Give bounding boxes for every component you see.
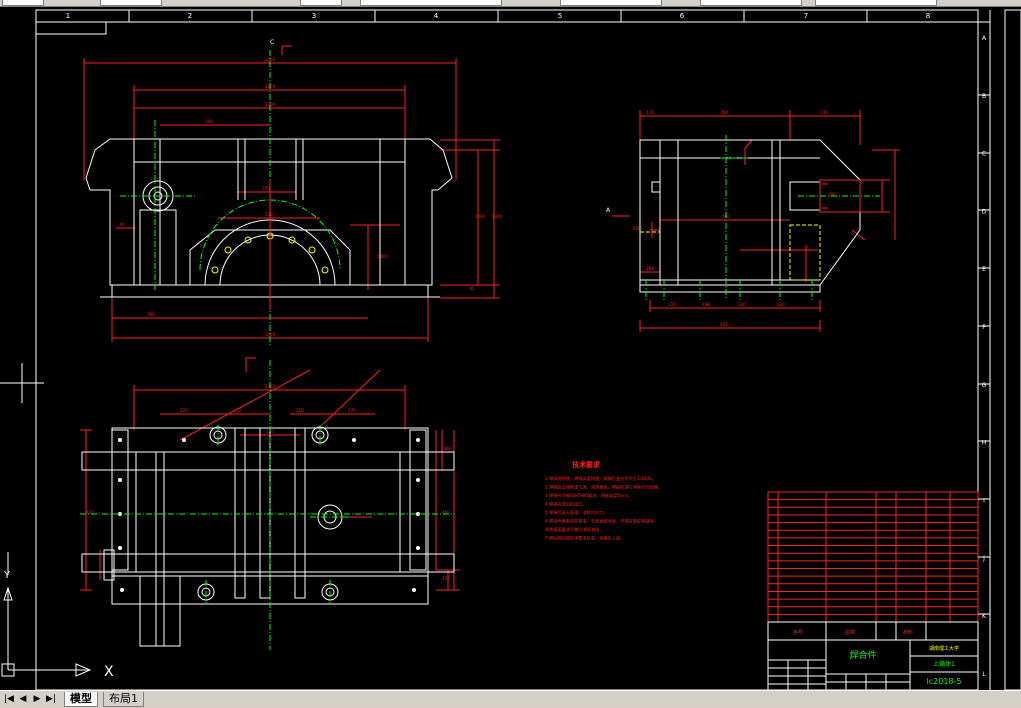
- side-view: 121 404 3354855541281221 188 220 220951400: [606, 110, 900, 332]
- tech-req-lines: 1.焊接前除锈，焊缝高度按图，焊接后变形不大于1/1000。 2.焊接后去除焊渣飞…: [545, 475, 662, 542]
- column-label-material: 材料: [903, 629, 913, 636]
- crosshair-cursor: [0, 363, 44, 403]
- border-row-labels: ABCDEFGHIJKL: [982, 35, 987, 678]
- border-column-label: 8: [926, 12, 930, 20]
- tech-req-line: 焊件表面要求平整光滑无缺陷。: [545, 526, 604, 533]
- dimension-text: 5541: [633, 226, 644, 231]
- plan-view: 1340220 315 250 270150450 4001400350: [80, 357, 460, 650]
- dimension-text: 188: [702, 302, 710, 307]
- tab-model[interactable]: 模型: [64, 692, 98, 707]
- dimension-text: 270: [348, 408, 356, 413]
- dimension-text: 510: [265, 212, 273, 217]
- dimension-text: 404: [721, 110, 729, 115]
- border-row-label: B: [982, 93, 986, 100]
- border-row-label: I: [983, 497, 985, 504]
- parts-list-frame: [767, 491, 979, 623]
- dimension-text: 45: [469, 286, 475, 291]
- view-marker: A: [606, 207, 630, 217]
- border-row-label: A: [982, 35, 987, 42]
- column-label-name: 名称: [845, 629, 855, 636]
- prev-tab-button[interactable]: ◀: [16, 693, 30, 705]
- border-column-label: 4: [434, 12, 439, 20]
- tech-req-line: 3.焊接尺寸按GB/T985要求，焊缝高度5mm。: [545, 492, 632, 499]
- section-marker: C: [270, 39, 274, 46]
- tech-req-title: 技术要求: [572, 460, 601, 469]
- assembly-name: 焊合件: [849, 649, 876, 661]
- tech-req-line: 1.焊接前除锈，焊缝高度按图，焊接后变形不大于1/1000。: [545, 475, 656, 482]
- tech-req-line: 6.焊接件表面涂防锈漆，去除表面毛刺，不得有裂纹等缺陷。: [545, 518, 658, 525]
- part-name: 上箱体1: [933, 660, 955, 668]
- drawing-number: lc2018-5: [927, 677, 962, 686]
- border-row-label: D: [982, 208, 987, 215]
- technical-requirements: 技术要求 1.焊接前除锈，焊缝高度按图，焊接后变形不大于1/1000。 2.焊接后…: [545, 460, 662, 542]
- next-tab-button[interactable]: ▶: [30, 693, 44, 705]
- border-column-label: 7: [804, 12, 808, 20]
- front-view-dim-text: 130011005403705107601400140014001400 1400…: [119, 57, 502, 337]
- border-row-label: F: [982, 324, 986, 331]
- border-row-label: G: [982, 382, 987, 389]
- front-view-dimensions: [83, 45, 500, 342]
- view-marker-label: A: [606, 207, 611, 214]
- side-view-dimensions: [612, 110, 900, 332]
- front-view-centerlines: [120, 50, 341, 345]
- dimension-text: 221: [668, 302, 676, 307]
- tech-req-line: 7.焊后检验按技术要求检查，合格后入库。: [545, 535, 624, 542]
- border-row-label: L: [982, 671, 986, 678]
- ucs-x-label: X: [104, 664, 114, 680]
- side-view-hidden-lines: [640, 224, 821, 281]
- first-tab-button[interactable]: |◀: [2, 693, 16, 705]
- dimension-text: 220: [180, 408, 188, 413]
- layout-tab-bar: |◀ ◀ ▶ ▶| 模型 布局1: [0, 690, 1021, 708]
- border-column-label: 5: [558, 12, 562, 20]
- ucs-y-label: Y: [3, 570, 11, 581]
- dimension-text: 1400: [377, 254, 388, 259]
- tab-layout1[interactable]: 布局1: [103, 692, 144, 707]
- front-view: 130011005403705107601400140014001400 1400…: [83, 39, 503, 345]
- plan-view-outline: [81, 426, 455, 647]
- dimension-text: 540: [205, 119, 213, 124]
- tech-req-line: 4.焊接完成后机加工。: [545, 501, 587, 508]
- border-row-label: J: [982, 555, 985, 562]
- school-name: 湖南理工大学: [929, 645, 959, 652]
- border-column-label: 6: [680, 12, 685, 20]
- drawing-frame: [35, 9, 991, 691]
- border-row-label: E: [982, 266, 986, 273]
- drawing-canvas[interactable]: 12345678 ABCDEFGHIJKL 1300 1100 540 370 510 7…: [0, 6, 1021, 691]
- dimension-text: 250: [296, 408, 304, 413]
- dimension-text: 370: [262, 186, 270, 191]
- ucs-icon: [1, 552, 92, 677]
- title-block: 焊合件 湖南理工大学 上箱体1 lc2018-5 序号 名称 材料: [767, 621, 979, 691]
- dimension-text: 1400: [441, 446, 452, 451]
- dimension-text: 1400: [475, 214, 486, 219]
- side-view-centerlines: [645, 135, 880, 300]
- dimension-text: 760: [147, 312, 155, 317]
- parts-list: [767, 491, 979, 623]
- dimension-text: 315: [234, 408, 242, 413]
- border-row-label: C: [982, 151, 986, 158]
- column-label-no: 序号: [793, 629, 803, 636]
- dimension-text: 40: [119, 222, 125, 227]
- border-column-label: 2: [188, 12, 192, 20]
- last-tab-button[interactable]: ▶|: [44, 693, 58, 705]
- dimension-text: 121: [646, 110, 654, 115]
- dimension-text: 951: [720, 322, 728, 327]
- dimension-text: 335: [820, 110, 828, 115]
- tech-req-line: 5.焊接后退火处理，消除内应力。: [545, 509, 608, 516]
- border-column-label: 3: [312, 12, 316, 20]
- dimension-text: 350: [442, 576, 450, 581]
- dimension-text: 220: [777, 302, 785, 307]
- side-view-outline: [639, 139, 861, 293]
- tech-req-line: 2.焊接后去除焊渣飞溅，清理表面，焊接前进行消除应力处理。: [545, 484, 662, 491]
- dimension-text: 220: [738, 302, 746, 307]
- dimension-text: 1400: [492, 214, 503, 219]
- dimension-text: 281: [646, 266, 654, 271]
- vertical-ruler: [1004, 9, 1021, 691]
- border-column-label: 1: [66, 12, 70, 20]
